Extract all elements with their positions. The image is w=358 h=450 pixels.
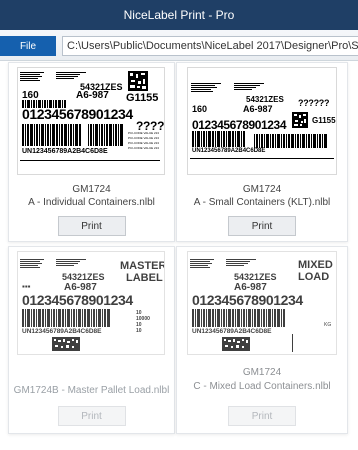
address-block: [56, 259, 86, 266]
pdf417-barcode: [52, 337, 80, 351]
pci-line: PCI-CODE VALUE 213: [128, 136, 159, 140]
label-file-name: GM1724B - Master Pallet Load.nlbl: [13, 385, 170, 396]
label-main-number: 012345678901234: [22, 292, 133, 308]
label-main-number: 012345678901234: [22, 106, 133, 122]
pdf417-barcode: [222, 337, 250, 351]
label-top-code: 54321ZES: [62, 272, 105, 282]
label-card-small-containers[interactable]: ?????? 54321ZES 160 A6-987 G1155 0123456…: [176, 62, 348, 242]
label-file-name: A - Individual Containers.nlbl: [28, 197, 155, 208]
label-top-code: 54321ZES: [234, 272, 277, 282]
label-preview: ?????? 54321ZES 160 A6-987 G1155 0123456…: [187, 67, 337, 175]
label-question-marks: ??????: [298, 98, 330, 108]
window-title: NiceLabel Print - Pro: [123, 8, 235, 22]
company-logo-block: [190, 259, 214, 268]
label-card-individual-containers[interactable]: 54321ZES 160 A6-987 G1155 01234567890123…: [8, 62, 175, 242]
label-heading: LOAD: [298, 271, 330, 283]
code128-barcode: [192, 309, 285, 327]
print-button[interactable]: Print: [228, 406, 296, 426]
label-code128-text: UN123456789A2B4C6D8E: [22, 328, 102, 335]
window-title-bar: NiceLabel Print - Pro: [0, 0, 358, 30]
label-right-code: G1155: [126, 92, 159, 104]
label-preview: MASTER LABEL 54321ZES ▪▪▪ A6-987 0123456…: [17, 251, 165, 355]
label-part-number: A6-987: [76, 90, 109, 101]
pci-line: PCI-CODE VALUE 213: [128, 141, 159, 145]
address-block: [56, 72, 86, 79]
label-left-block: ▪▪▪: [22, 282, 31, 291]
pci-line: PCI-CODE VALUE 213: [128, 146, 159, 150]
label-top-code: 54321ZES: [246, 95, 284, 104]
label-divider: [20, 160, 160, 161]
print-button[interactable]: Print: [57, 216, 126, 236]
label-left-number: 160: [192, 104, 208, 114]
file-menu-button[interactable]: File: [0, 36, 56, 56]
label-main-number: 012345678901234: [192, 118, 287, 132]
label-main-number: 012345678901234: [192, 292, 303, 308]
label-preview: MIXED LOAD 54321ZES A6-987 0123456789012…: [187, 251, 337, 355]
company-logo-block: [20, 71, 52, 82]
label-right-code: G1155: [312, 116, 336, 125]
label-code128-text: UN123456789A2B4C6D8E: [22, 148, 108, 155]
label-preview: 54321ZES 160 A6-987 G1155 01234567890123…: [17, 67, 165, 175]
label-divider: [190, 158, 334, 159]
label-heading: MIXED: [298, 259, 333, 271]
address-block: [234, 83, 264, 90]
label-file-name: C - Mixed Load Containers.nlbl: [193, 381, 331, 392]
label-code128-text: UN123456789A2B4C6D8E: [192, 148, 266, 154]
company-logo-block: [20, 259, 44, 268]
code128-barcode: [22, 124, 81, 146]
label-file-name: A - Small Containers (KLT).nlbl: [193, 197, 331, 208]
label-code128-text: UN123456789A2B4C6D8E: [192, 328, 272, 335]
datamatrix-barcode: [128, 71, 148, 91]
label-card-master-pallet[interactable]: MASTER LABEL 54321ZES ▪▪▪ A6-987 0123456…: [8, 246, 175, 434]
label-part-number: A6-987: [243, 104, 273, 114]
label-heading: MASTER: [120, 260, 165, 272]
folder-path-field[interactable]: C:\Users\Public\Documents\NiceLabel 2017…: [62, 36, 358, 56]
pci-barcode: [88, 124, 123, 146]
label-code: GM1724: [72, 184, 111, 195]
label-kg: KG: [324, 322, 332, 328]
print-button[interactable]: Print: [228, 216, 296, 236]
label-heading: LABEL: [126, 272, 163, 284]
label-card-mixed-load[interactable]: MIXED LOAD 54321ZES A6-987 0123456789012…: [176, 246, 348, 434]
code128-barcode: [22, 309, 110, 327]
pci-barcode: [254, 134, 327, 148]
label-code: GM1724: [242, 184, 282, 195]
label-code: GM1724: [242, 367, 282, 378]
code128-barcode: [192, 131, 245, 147]
print-button[interactable]: Print: [57, 406, 126, 426]
address-block: [191, 83, 221, 92]
qty-value: 10: [136, 328, 142, 334]
label-divider: [292, 334, 293, 352]
pci-line: PCI-CODE VALUE 213: [128, 131, 159, 135]
datamatrix-barcode: [292, 112, 308, 128]
address-block: [226, 259, 256, 266]
